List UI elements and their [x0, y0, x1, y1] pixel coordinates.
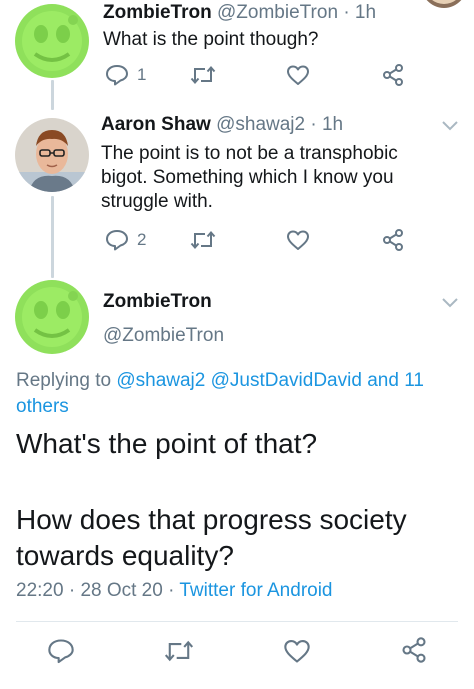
mention-link[interactable]: @JustDavidDavid — [211, 370, 362, 391]
mention-link[interactable]: @shawaj2 — [116, 370, 205, 391]
tweet-date: 28 Oct 20 — [80, 580, 163, 601]
handle[interactable]: @ZombieTron — [103, 325, 224, 347]
chevron-down-icon[interactable] — [440, 295, 460, 309]
tweet-header: ZombieTron @ZombieTron · 1h — [103, 2, 376, 24]
divider — [16, 621, 458, 622]
separator: · — [168, 580, 175, 601]
avatar[interactable] — [15, 118, 89, 192]
display-name[interactable]: Aaron Shaw — [101, 114, 211, 135]
tweet-header: Aaron Shaw @shawaj2 · 1h — [101, 114, 343, 136]
separator: · — [310, 114, 317, 135]
chevron-down-icon[interactable] — [440, 118, 460, 132]
reply-icon — [106, 65, 128, 86]
retweet-icon — [190, 230, 216, 250]
reply-button[interactable]: 1 — [105, 64, 146, 86]
like-button[interactable] — [286, 64, 310, 86]
tweet-text-line-2: How does that progress society towards e… — [16, 504, 407, 571]
retweet-button[interactable] — [164, 638, 194, 664]
heart-icon — [287, 65, 309, 85]
avatar[interactable] — [15, 280, 89, 354]
share-icon — [402, 637, 426, 663]
tweet-time: 22:20 — [16, 580, 64, 601]
reply-button[interactable]: 2 — [105, 229, 146, 251]
display-name[interactable]: ZombieTron — [103, 2, 212, 23]
timestamp[interactable]: 1h — [322, 114, 343, 135]
display-name[interactable]: ZombieTron — [103, 291, 212, 313]
tweet-text: The point is to not be a transphobic big… — [101, 143, 398, 212]
like-button[interactable] — [283, 638, 311, 664]
handle[interactable]: @ZombieTron — [217, 2, 338, 23]
tweet-text: What is the point though? — [103, 29, 319, 50]
share-icon — [383, 229, 403, 251]
like-button[interactable] — [286, 229, 310, 251]
replying-and: and — [367, 370, 399, 391]
replying-to: Replying to @shawaj2 @JustDavidDavid and… — [16, 368, 456, 420]
share-icon — [383, 64, 403, 86]
separator: · — [343, 2, 350, 23]
retweet-icon — [190, 65, 216, 85]
avatar[interactable] — [15, 4, 89, 78]
reply-button[interactable] — [47, 638, 75, 664]
tweet-source[interactable]: Twitter for Android — [179, 580, 332, 601]
replying-prefix: Replying to — [16, 370, 112, 391]
share-button[interactable] — [381, 228, 405, 252]
tweet-meta: 22:20 · 28 Oct 20 · Twitter for Android — [16, 580, 333, 602]
handle[interactable]: @shawaj2 — [216, 114, 305, 135]
partial-avatar — [418, 0, 470, 12]
separator: · — [68, 580, 76, 601]
heart-icon — [287, 230, 309, 250]
tweet-text-line-1: What's the point of that? — [16, 428, 318, 459]
reply-icon — [48, 639, 74, 664]
retweet-icon — [164, 640, 194, 662]
share-button[interactable] — [400, 636, 428, 664]
retweet-button[interactable] — [190, 229, 216, 251]
retweet-button[interactable] — [190, 64, 216, 86]
reply-icon — [106, 230, 128, 251]
timestamp[interactable]: 1h — [355, 2, 376, 23]
share-button[interactable] — [381, 63, 405, 87]
reply-count: 2 — [137, 230, 147, 249]
thread-line — [51, 196, 54, 278]
thread-line — [51, 80, 54, 110]
reply-count: 1 — [137, 65, 147, 84]
heart-icon — [284, 640, 310, 663]
